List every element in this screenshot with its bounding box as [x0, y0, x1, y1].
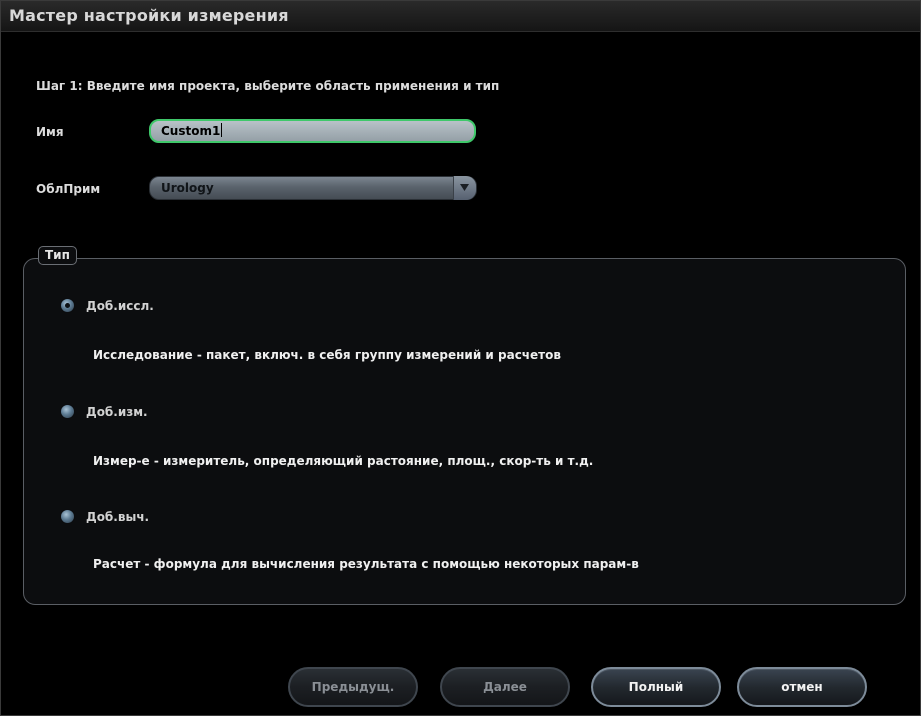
dropdown-arrow-button[interactable] — [453, 176, 476, 200]
previous-button[interactable]: Предыдущ. — [288, 667, 418, 707]
title-bar: Мастер настройки измерения — [1, 1, 920, 32]
description-add-calculation: Расчет - формула для вычисления результа… — [93, 557, 639, 571]
radio-button-checked[interactable] — [61, 299, 74, 312]
radio-button[interactable] — [61, 510, 74, 523]
full-button[interactable]: Полный — [591, 667, 721, 707]
cancel-button[interactable]: отмен — [737, 667, 867, 707]
application-dropdown-value: Urology — [161, 181, 214, 195]
description-add-measurement: Измер-е - измеритель, определяющий расто… — [93, 454, 594, 468]
radio-label-add-calculation: Доб.выч. — [86, 510, 150, 524]
radio-label-add-exam: Доб.иссл. — [86, 299, 154, 313]
type-group-title: Тип — [38, 246, 77, 265]
step-instruction: Шаг 1: Введите имя проекта, выберите обл… — [36, 79, 500, 93]
type-groupbox — [23, 258, 906, 605]
name-label: Имя — [36, 125, 64, 139]
application-dropdown[interactable]: Urology — [149, 176, 477, 200]
description-add-exam: Исследование - пакет, включ. в себя груп… — [93, 348, 561, 362]
measurement-wizard-window: Мастер настройки измерения Шаг 1: Введит… — [0, 0, 921, 716]
chevron-down-icon — [460, 184, 469, 191]
next-button[interactable]: Далее — [440, 667, 570, 707]
window-title: Мастер настройки измерения — [9, 6, 289, 25]
name-input-value: Custom1 — [161, 124, 221, 138]
radio-button[interactable] — [61, 405, 74, 418]
application-label: ОблПрим — [36, 182, 101, 196]
radio-label-add-measurement: Доб.изм. — [86, 405, 148, 419]
name-input[interactable]: Custom1 — [149, 119, 476, 143]
text-caret — [221, 123, 223, 137]
